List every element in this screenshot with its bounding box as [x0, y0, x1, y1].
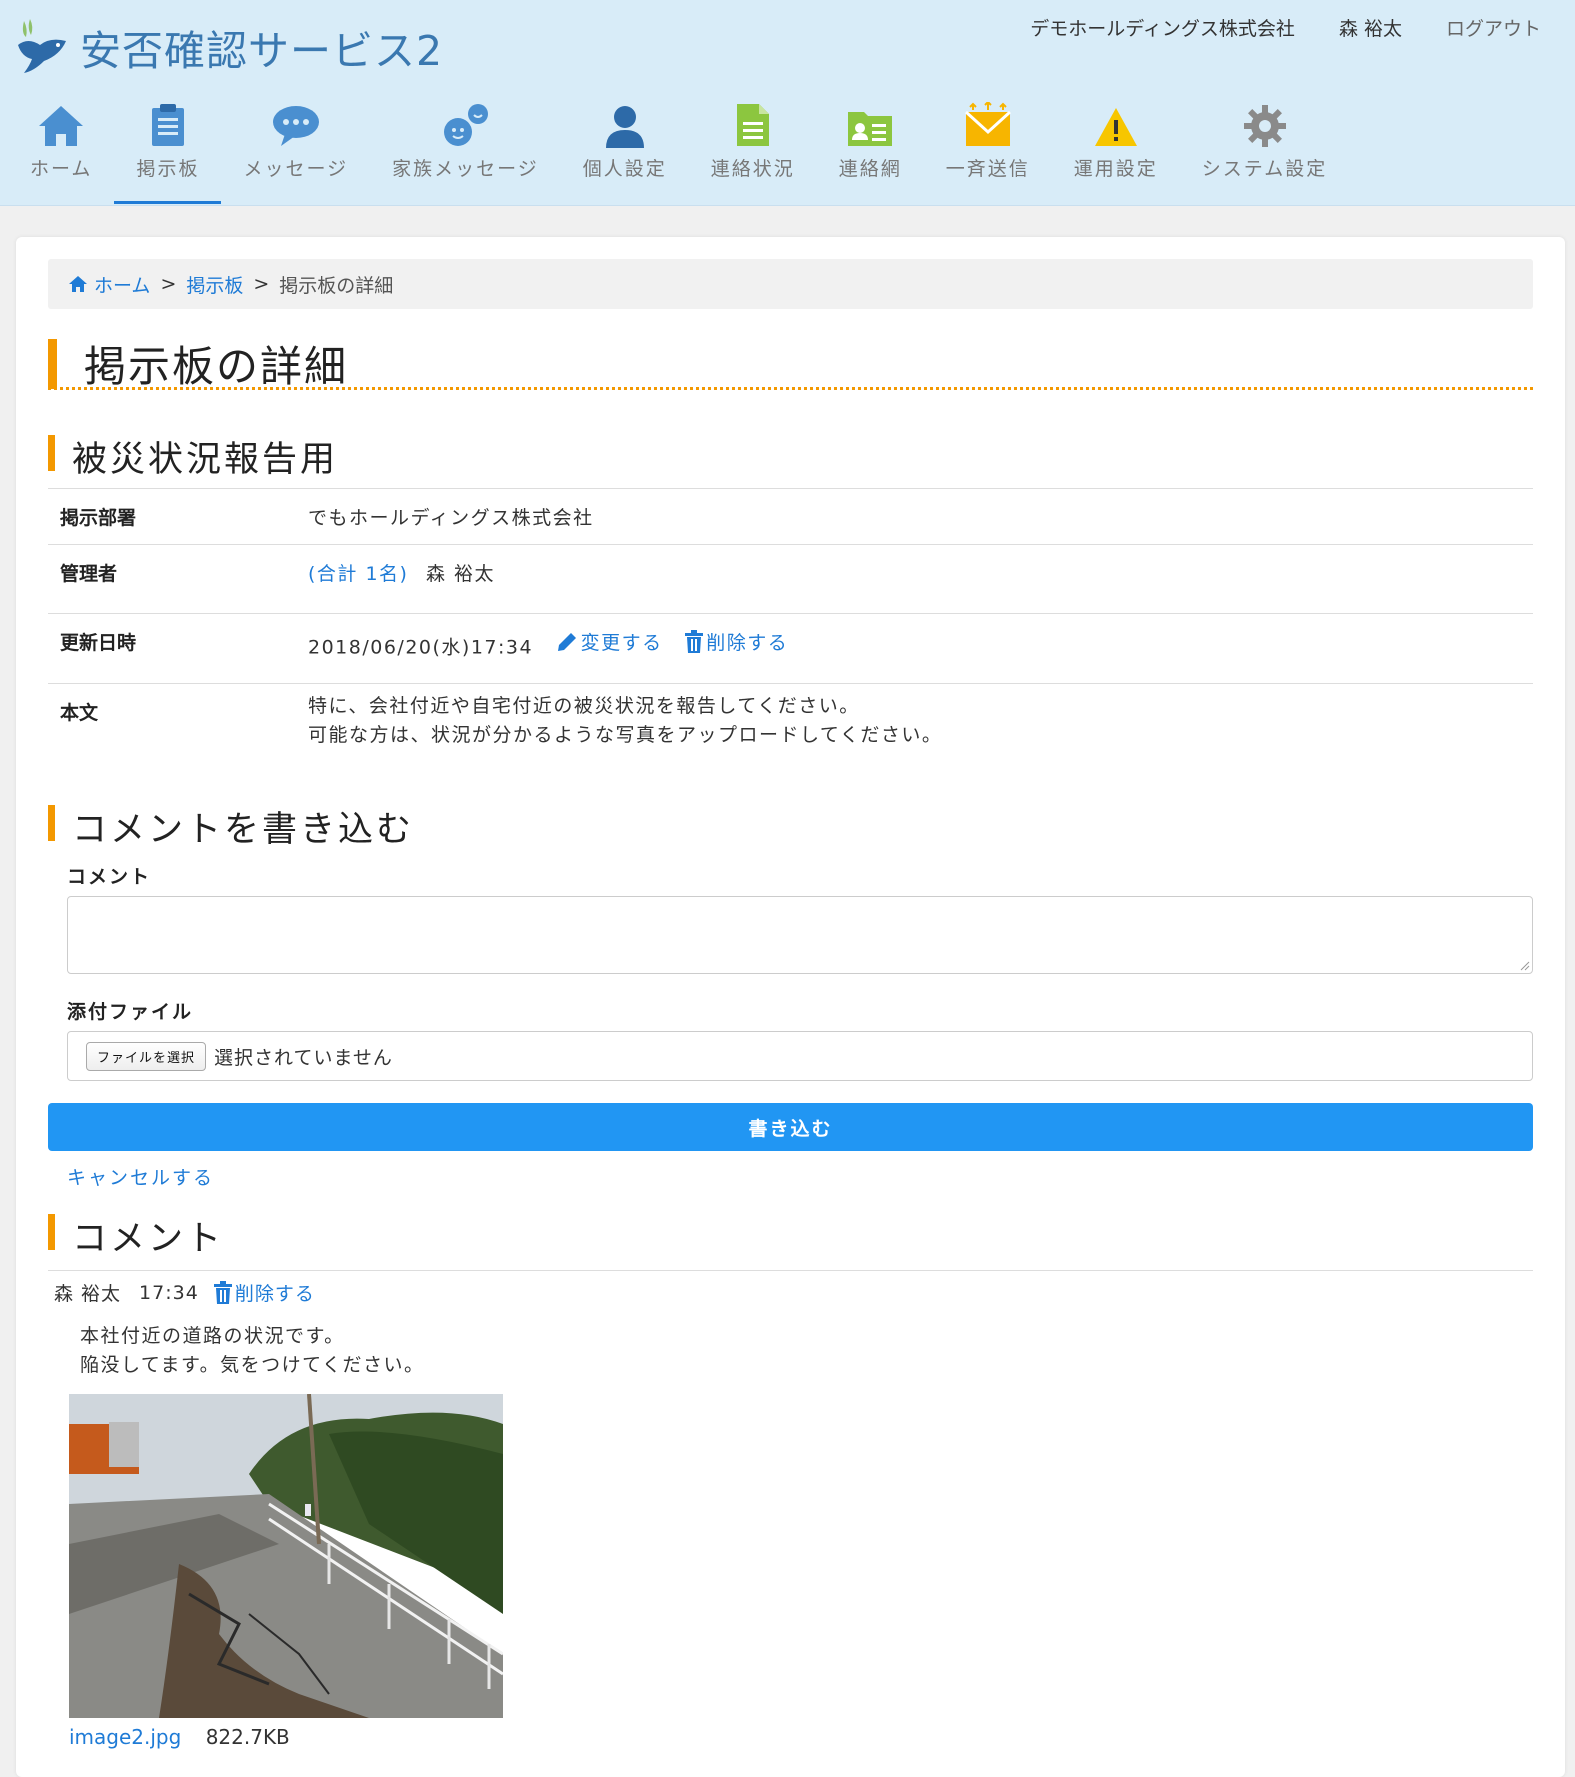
resize-grip-icon[interactable]	[1520, 961, 1530, 971]
comment-label: コメント	[67, 866, 152, 888]
comment-body: 本社付近の道路の状況です。 陥没してます。気をつけてください。	[80, 1322, 425, 1380]
speech-bubble-icon	[268, 96, 324, 148]
content-card: ホーム > 掲示板 > 掲示板の詳細 掲示板の詳細 被災状況報告用 掲示部署 で…	[16, 237, 1565, 1777]
table-row: 本文 特に、会社付近や自宅付近の被災状況を報告してください。 可能な方は、状況が…	[48, 683, 1533, 778]
dove-logo-icon	[18, 19, 66, 73]
admin-label: 管理者	[48, 544, 307, 614]
admin-name: 森 裕太	[426, 563, 496, 585]
nav-broadcast[interactable]: 一斉送信	[924, 96, 1052, 204]
attached-photo[interactable]	[69, 1394, 503, 1718]
comment-line: 陥没してます。気をつけてください。	[80, 1354, 425, 1376]
breadcrumb-separator: >	[253, 273, 270, 295]
comment-line: 本社付近の道路の状況です。	[80, 1325, 345, 1347]
board-info-table: 掲示部署 でもホールディングス株式会社 管理者 (合計 1名) 森 裕太 更新日…	[48, 488, 1533, 778]
cancel-link[interactable]: キャンセルする	[67, 1163, 214, 1190]
board-title-text: 被災状況報告用	[72, 440, 339, 480]
page-title-text: 掲示板の詳細	[84, 342, 349, 391]
choose-file-button[interactable]: ファイルを選択	[86, 1041, 207, 1071]
breadcrumb-current: 掲示板の詳細	[279, 274, 394, 297]
envelope-broadcast-icon	[960, 96, 1016, 148]
user-name[interactable]: 森 裕太	[1339, 14, 1402, 41]
comment-form-title-text: コメントを書き込む	[72, 810, 415, 850]
user-menu: デモホールディングス株式会社 森 裕太 ログアウト	[1030, 14, 1541, 41]
updated-value: 2018/06/20(水)17:34 変更する 削除する	[307, 613, 1533, 684]
app-logo[interactable]: 安否確認サービス2	[14, 12, 443, 82]
attachment-label: 添付ファイル	[67, 1001, 194, 1023]
updated-datetime: 2018/06/20(水)17:34	[308, 636, 534, 659]
clipboard-icon	[140, 96, 196, 148]
main-nav: ホーム 掲示板 メッセージ 家族メッセージ 個人設定 連絡状況 連絡網 一斉送信…	[0, 96, 1349, 204]
home-icon	[69, 276, 87, 292]
dept-label: 掲示部署	[48, 488, 307, 545]
file-status: 選択されていません	[214, 1046, 393, 1069]
nav-family-message[interactable]: 家族メッセージ	[370, 96, 561, 204]
nav-message[interactable]: メッセージ	[221, 96, 370, 204]
comment-time: 17:34	[139, 1281, 199, 1304]
table-row: 掲示部署 でもホールディングス株式会社	[48, 488, 1533, 545]
nav-contact-network[interactable]: 連絡網	[817, 96, 924, 204]
table-row: 更新日時 2018/06/20(水)17:34 変更する 削除する	[48, 613, 1533, 684]
attachment-info: image2.jpg 822.7KB	[69, 1725, 290, 1749]
body-line: 特に、会社付近や自宅付近の被災状況を報告してください。	[308, 695, 860, 717]
trash-icon	[213, 1280, 232, 1304]
breadcrumb: ホーム > 掲示板 > 掲示板の詳細	[48, 259, 1533, 309]
company-name: デモホールディングス株式会社	[1030, 18, 1295, 40]
delete-comment-link[interactable]: 削除する	[213, 1279, 315, 1306]
title-accent-bar	[48, 339, 57, 389]
comment-meta: 森 裕太 17:34 削除する	[54, 1279, 315, 1306]
updated-label: 更新日時	[48, 613, 307, 684]
nav-system-settings[interactable]: システム設定	[1180, 96, 1349, 204]
nav-contact-status[interactable]: 連絡状況	[689, 96, 817, 204]
breadcrumb-board[interactable]: 掲示板	[186, 271, 243, 298]
family-message-icon	[437, 96, 493, 148]
home-icon	[33, 96, 89, 148]
breadcrumb-separator: >	[160, 273, 177, 295]
document-icon	[725, 96, 781, 148]
body-line: 可能な方は、状況が分かるような写真をアップロードしてください。	[308, 724, 943, 746]
submit-button[interactable]: 書き込む	[48, 1103, 1533, 1151]
breadcrumb-home[interactable]: ホーム	[68, 271, 150, 298]
section-accent-bar	[48, 805, 55, 841]
logout-link[interactable]: ログアウト	[1446, 14, 1541, 41]
contact-card-icon	[842, 96, 898, 148]
comment-textarea[interactable]	[67, 896, 1533, 974]
pencil-icon	[557, 632, 576, 651]
divider	[48, 1270, 1533, 1271]
comment-author: 森 裕太	[54, 1283, 122, 1305]
nav-operation-settings[interactable]: 運用設定	[1052, 96, 1180, 204]
section-accent-bar	[48, 1214, 55, 1250]
trash-icon	[685, 629, 704, 653]
app-header: 安否確認サービス2 デモホールディングス株式会社 森 裕太 ログアウト ホーム …	[0, 0, 1575, 206]
nav-personal-settings[interactable]: 個人設定	[561, 96, 689, 204]
body-label: 本文	[48, 683, 307, 778]
comments-title-text: コメント	[72, 1219, 225, 1259]
warning-icon	[1088, 96, 1144, 148]
dept-value: でもホールディングス株式会社	[307, 488, 1533, 545]
section-accent-bar	[48, 435, 55, 471]
edit-link[interactable]: 変更する	[555, 628, 663, 655]
delete-board-link[interactable]: 削除する	[684, 628, 788, 655]
nav-board[interactable]: 掲示板	[114, 96, 222, 204]
nav-home[interactable]: ホーム	[0, 96, 114, 204]
admin-count-link[interactable]: (合計 1名)	[308, 563, 408, 585]
admin-value: (合計 1名) 森 裕太	[307, 544, 1533, 614]
page-title: 掲示板の詳細	[48, 337, 1533, 391]
table-row: 管理者 (合計 1名) 森 裕太	[48, 544, 1533, 614]
attachment-link[interactable]: image2.jpg	[69, 1725, 181, 1749]
app-title: 安否確認サービス2	[80, 27, 444, 75]
gear-icon	[1237, 96, 1293, 148]
attachment-size: 822.7KB	[205, 1725, 290, 1749]
file-input: ファイルを選択 選択されていません	[67, 1031, 1533, 1081]
person-icon	[597, 96, 653, 148]
body-value: 特に、会社付近や自宅付近の被災状況を報告してください。 可能な方は、状況が分かる…	[307, 683, 1533, 778]
